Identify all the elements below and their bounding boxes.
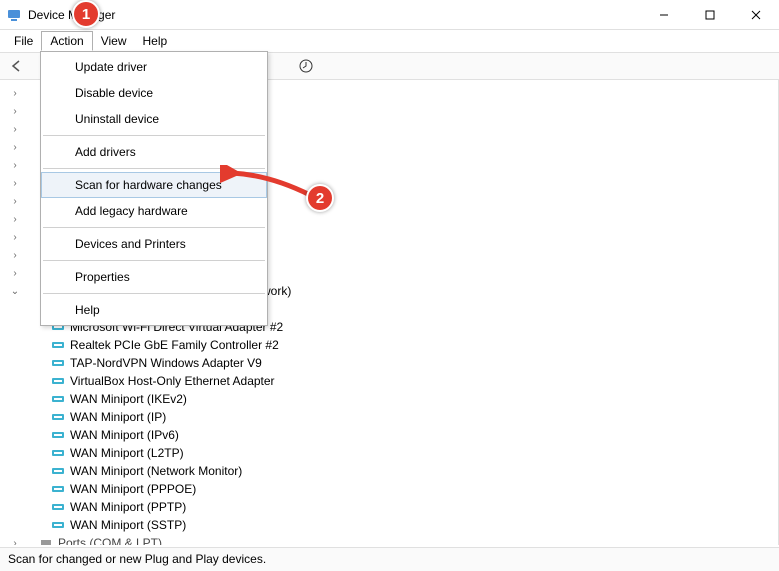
collapse-icon[interactable]: ⌄ [8, 286, 22, 297]
expand-icon[interactable]: › [8, 124, 22, 135]
expand-icon[interactable]: › [8, 250, 22, 261]
device-label: WAN Miniport (PPTP) [70, 500, 186, 514]
network-adapter-icon [50, 463, 66, 479]
toolbar-scan-icon[interactable] [295, 55, 317, 77]
window-controls [641, 0, 779, 30]
device-label: Realtek PCIe GbE Family Controller #2 [70, 338, 279, 352]
expand-icon[interactable]: › [8, 88, 22, 99]
menubar: File Action View Help [0, 30, 779, 52]
menu-action-help[interactable]: Help [41, 297, 267, 323]
device-label: Ports (COM & LPT) [58, 536, 162, 545]
network-adapter-icon [50, 409, 66, 425]
device-category-ports[interactable]: › Ports (COM & LPT) [0, 534, 778, 545]
menu-action[interactable]: Action [41, 31, 92, 51]
network-adapter-icon [50, 427, 66, 443]
device-item[interactable]: WAN Miniport (IP) [0, 408, 778, 426]
expand-icon[interactable]: › [8, 106, 22, 117]
status-bar: Scan for changed or new Plug and Play de… [0, 547, 779, 571]
network-adapter-icon [50, 337, 66, 353]
device-item[interactable]: VirtualBox Host-Only Ethernet Adapter [0, 372, 778, 390]
menu-separator [43, 227, 265, 228]
menu-properties[interactable]: Properties [41, 264, 267, 290]
device-item[interactable]: WAN Miniport (PPTP) [0, 498, 778, 516]
device-label: WAN Miniport (PPPOE) [70, 482, 196, 496]
device-label: WAN Miniport (IP) [70, 410, 166, 424]
device-label: VirtualBox Host-Only Ethernet Adapter [70, 374, 275, 388]
device-label: TAP-NordVPN Windows Adapter V9 [70, 356, 262, 370]
network-adapter-icon [50, 517, 66, 533]
network-adapter-icon [50, 355, 66, 371]
expand-icon[interactable]: › [8, 538, 22, 546]
menu-separator [43, 135, 265, 136]
expand-icon[interactable]: › [8, 196, 22, 207]
device-item[interactable]: TAP-NordVPN Windows Adapter V9 [0, 354, 778, 372]
device-label: WAN Miniport (L2TP) [70, 446, 184, 460]
network-adapter-icon [50, 373, 66, 389]
device-label: WAN Miniport (IKEv2) [70, 392, 187, 406]
menu-add-drivers[interactable]: Add drivers [41, 139, 267, 165]
menu-devices-printers[interactable]: Devices and Printers [41, 231, 267, 257]
maximize-button[interactable] [687, 0, 733, 30]
device-item[interactable]: WAN Miniport (IKEv2) [0, 390, 778, 408]
network-adapter-icon [50, 499, 66, 515]
menu-separator [43, 260, 265, 261]
titlebar: Device Manager [0, 0, 779, 30]
app-icon [6, 7, 22, 23]
expand-icon[interactable]: › [8, 268, 22, 279]
expand-icon[interactable]: › [8, 232, 22, 243]
menu-view[interactable]: View [93, 32, 135, 50]
menu-separator [43, 293, 265, 294]
device-label: WAN Miniport (IPv6) [70, 428, 179, 442]
menu-uninstall-device[interactable]: Uninstall device [41, 106, 267, 132]
expand-icon[interactable]: › [8, 214, 22, 225]
expand-icon[interactable]: › [8, 160, 22, 171]
device-item[interactable]: WAN Miniport (Network Monitor) [0, 462, 778, 480]
annotation-badge-2: 2 [306, 184, 334, 212]
menu-file[interactable]: File [6, 32, 41, 50]
expand-icon[interactable]: › [8, 142, 22, 153]
device-item[interactable]: WAN Miniport (PPPOE) [0, 480, 778, 498]
close-button[interactable] [733, 0, 779, 30]
device-item[interactable]: WAN Miniport (SSTP) [0, 516, 778, 534]
annotation-arrow [220, 165, 320, 205]
device-item[interactable]: WAN Miniport (L2TP) [0, 444, 778, 462]
network-adapter-icon [50, 481, 66, 497]
ports-icon [38, 535, 54, 545]
menu-help[interactable]: Help [135, 32, 176, 50]
annotation-badge-1: 1 [72, 0, 100, 28]
menu-update-driver[interactable]: Update driver [41, 54, 267, 80]
back-button[interactable] [6, 55, 28, 77]
minimize-button[interactable] [641, 0, 687, 30]
expand-icon[interactable]: › [8, 178, 22, 189]
device-item[interactable]: WAN Miniport (IPv6) [0, 426, 778, 444]
device-item[interactable]: Realtek PCIe GbE Family Controller #2 [0, 336, 778, 354]
network-adapter-icon [50, 445, 66, 461]
device-label: WAN Miniport (Network Monitor) [70, 464, 242, 478]
device-label: WAN Miniport (SSTP) [70, 518, 186, 532]
menu-disable-device[interactable]: Disable device [41, 80, 267, 106]
network-adapter-icon [50, 391, 66, 407]
